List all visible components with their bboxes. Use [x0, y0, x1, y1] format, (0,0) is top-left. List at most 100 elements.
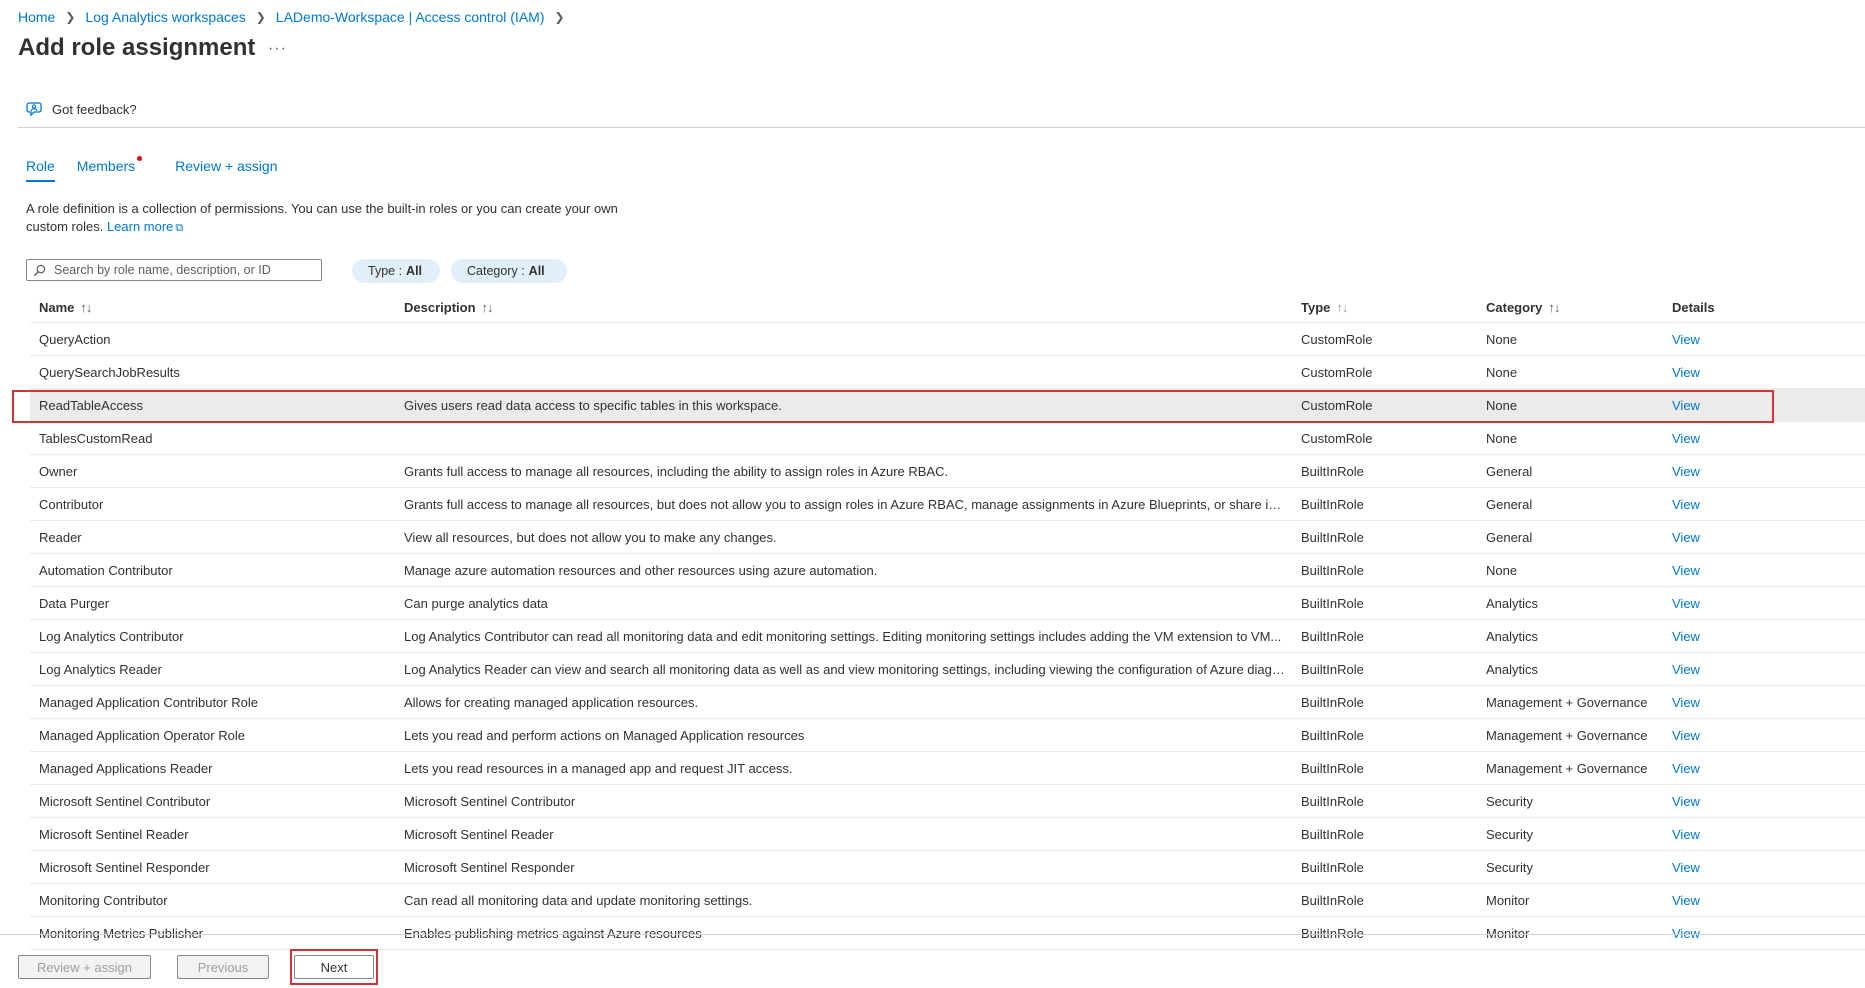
next-button[interactable]: Next: [294, 955, 374, 979]
view-details-link[interactable]: View: [1664, 530, 1814, 545]
table-row[interactable]: Automation Contributor Manage azure autom…: [30, 554, 1865, 587]
category-filter-pill[interactable]: Category : All: [451, 259, 567, 283]
roles-table: Name ↑↓ Description ↑↓ Type ↑↓ Category ↑↓ D…: [30, 292, 1865, 950]
tab-review-assign[interactable]: Review + assign: [175, 158, 277, 182]
role-name-cell: Log Analytics Contributor: [39, 628, 184, 644]
role-description-cell: Allows for creating managed application …: [404, 694, 699, 710]
role-name-cell: Contributor: [39, 496, 104, 512]
type-filter-value: All: [406, 264, 423, 278]
review-assign-button[interactable]: Review + assign: [18, 955, 151, 979]
role-description-cell: Log Analytics Contributor can read all m…: [404, 628, 1282, 644]
learn-more-link[interactable]: Learn more: [107, 219, 173, 234]
view-details-link[interactable]: View: [1664, 728, 1814, 743]
view-details-link[interactable]: View: [1664, 431, 1814, 446]
role-category-cell: Management + Governance: [1486, 694, 1648, 710]
role-type-cell: BuiltInRole: [1301, 826, 1364, 842]
view-details-link[interactable]: View: [1664, 596, 1814, 611]
table-row[interactable]: Owner Grants full access to manage all re…: [30, 455, 1865, 488]
column-header-name[interactable]: Name ↑↓: [30, 300, 395, 315]
view-details-link[interactable]: View: [1664, 860, 1814, 875]
view-details-link[interactable]: View: [1664, 794, 1814, 809]
search-box: [26, 259, 322, 281]
table-row[interactable]: Monitoring Contributor Can read all monit…: [30, 884, 1865, 917]
breadcrumb-home[interactable]: Home: [18, 9, 55, 25]
view-details-link[interactable]: View: [1664, 926, 1814, 941]
feedback-icon: [26, 102, 42, 117]
breadcrumb-workspace-iam[interactable]: LADemo-Workspace | Access control (IAM): [276, 9, 545, 25]
more-options-button[interactable]: ···: [268, 40, 287, 58]
table-row[interactable]: Microsoft Sentinel Responder Microsoft Se…: [30, 851, 1865, 884]
chevron-right-icon: ❯: [65, 10, 76, 24]
breadcrumb-log-analytics-workspaces[interactable]: Log Analytics workspaces: [85, 9, 245, 25]
sort-icon: ↑↓: [481, 299, 494, 315]
table-row[interactable]: Contributor Grants full access to manage …: [30, 488, 1865, 521]
role-name-cell: Monitoring Contributor: [39, 892, 168, 908]
table-row[interactable]: TablesCustomRead CustomRole None View: [30, 422, 1865, 455]
required-dot-icon: [137, 156, 143, 161]
table-row[interactable]: Microsoft Sentinel Reader Microsoft Senti…: [30, 818, 1865, 851]
role-type-cell: CustomRole: [1301, 430, 1373, 446]
role-name-cell: Automation Contributor: [39, 562, 173, 578]
role-description-cell: View all resources, but does not allow y…: [404, 529, 777, 545]
feedback-label: Got feedback?: [52, 101, 137, 117]
table-row[interactable]: Managed Applications Reader Lets you read…: [30, 752, 1865, 785]
view-details-link[interactable]: View: [1664, 761, 1814, 776]
table-row[interactable]: Log Analytics Reader Log Analytics Reader…: [30, 653, 1865, 686]
role-category-cell: None: [1486, 397, 1518, 413]
view-details-link[interactable]: View: [1664, 662, 1814, 677]
table-row[interactable]: Managed Application Operator Role Lets yo…: [30, 719, 1865, 752]
column-header-type[interactable]: Type ↑↓: [1293, 300, 1478, 315]
role-category-cell: Management + Governance: [1486, 727, 1648, 743]
header-divider: [18, 127, 1865, 128]
view-details-link[interactable]: View: [1664, 497, 1814, 512]
type-filter-label: Type :: [368, 264, 403, 278]
role-type-cell: BuiltInRole: [1301, 529, 1364, 545]
tab-members-label: Members: [76, 158, 136, 174]
column-header-label: Type: [1301, 299, 1331, 315]
column-header-label: Name: [39, 299, 75, 315]
category-filter-label: Category :: [467, 264, 525, 278]
table-row[interactable]: Managed Application Contributor Role Allo…: [30, 686, 1865, 719]
table-row[interactable]: Log Analytics Contributor Log Analytics C…: [30, 620, 1865, 653]
role-category-cell: General: [1486, 463, 1533, 479]
role-description-cell: Can read all monitoring data and update …: [404, 892, 753, 908]
type-filter-pill[interactable]: Type : All: [352, 259, 440, 283]
role-description-cell: Microsoft Sentinel Contributor: [404, 793, 576, 809]
search-input[interactable]: [52, 262, 306, 278]
view-details-link[interactable]: View: [1664, 563, 1814, 578]
role-name-cell: Data Purger: [39, 595, 110, 611]
view-details-link[interactable]: View: [1664, 398, 1814, 413]
view-details-link[interactable]: View: [1664, 332, 1814, 347]
wizard-tabs: Role Members Review + assign: [26, 156, 299, 182]
role-type-cell: BuiltInRole: [1301, 760, 1364, 776]
column-header-description[interactable]: Description ↑↓: [395, 300, 1293, 315]
role-type-cell: BuiltInRole: [1301, 595, 1364, 611]
role-name-cell: Microsoft Sentinel Contributor: [39, 793, 211, 809]
view-details-link[interactable]: View: [1664, 365, 1814, 380]
role-category-cell: Security: [1486, 793, 1533, 809]
role-description-text: A role definition is a collection of per…: [26, 200, 626, 237]
category-filter-value: All: [528, 264, 545, 278]
role-description-cell: Microsoft Sentinel Responder: [404, 859, 575, 875]
previous-button[interactable]: Previous: [177, 955, 269, 979]
tab-role[interactable]: Role: [26, 158, 55, 182]
table-row[interactable]: Reader View all resources, but does not a…: [30, 521, 1865, 554]
table-row[interactable]: Microsoft Sentinel Contributor Microsoft …: [30, 785, 1865, 818]
role-name-cell: QuerySearchJobResults: [39, 364, 180, 380]
role-category-cell: Management + Governance: [1486, 760, 1648, 776]
table-row[interactable]: Data Purger Can purge analytics data Built…: [30, 587, 1865, 620]
role-description-cell: Gives users read data access to specific…: [404, 397, 782, 413]
sort-icon: ↑↓: [1336, 299, 1348, 315]
view-details-link[interactable]: View: [1664, 464, 1814, 479]
view-details-link[interactable]: View: [1664, 827, 1814, 842]
column-header-label: Description: [404, 299, 476, 315]
view-details-link[interactable]: View: [1664, 695, 1814, 710]
table-row[interactable]: QueryAction CustomRole None View: [30, 323, 1865, 356]
view-details-link[interactable]: View: [1664, 893, 1814, 908]
table-row[interactable]: QuerySearchJobResults CustomRole None View: [30, 356, 1865, 389]
table-row[interactable]: ReadTableAccess Gives users read data acc…: [30, 389, 1865, 422]
view-details-link[interactable]: View: [1664, 629, 1814, 644]
column-header-category[interactable]: Category ↑↓: [1478, 300, 1664, 315]
feedback-button[interactable]: Got feedback?: [26, 100, 137, 118]
tab-members[interactable]: Members: [76, 156, 143, 182]
